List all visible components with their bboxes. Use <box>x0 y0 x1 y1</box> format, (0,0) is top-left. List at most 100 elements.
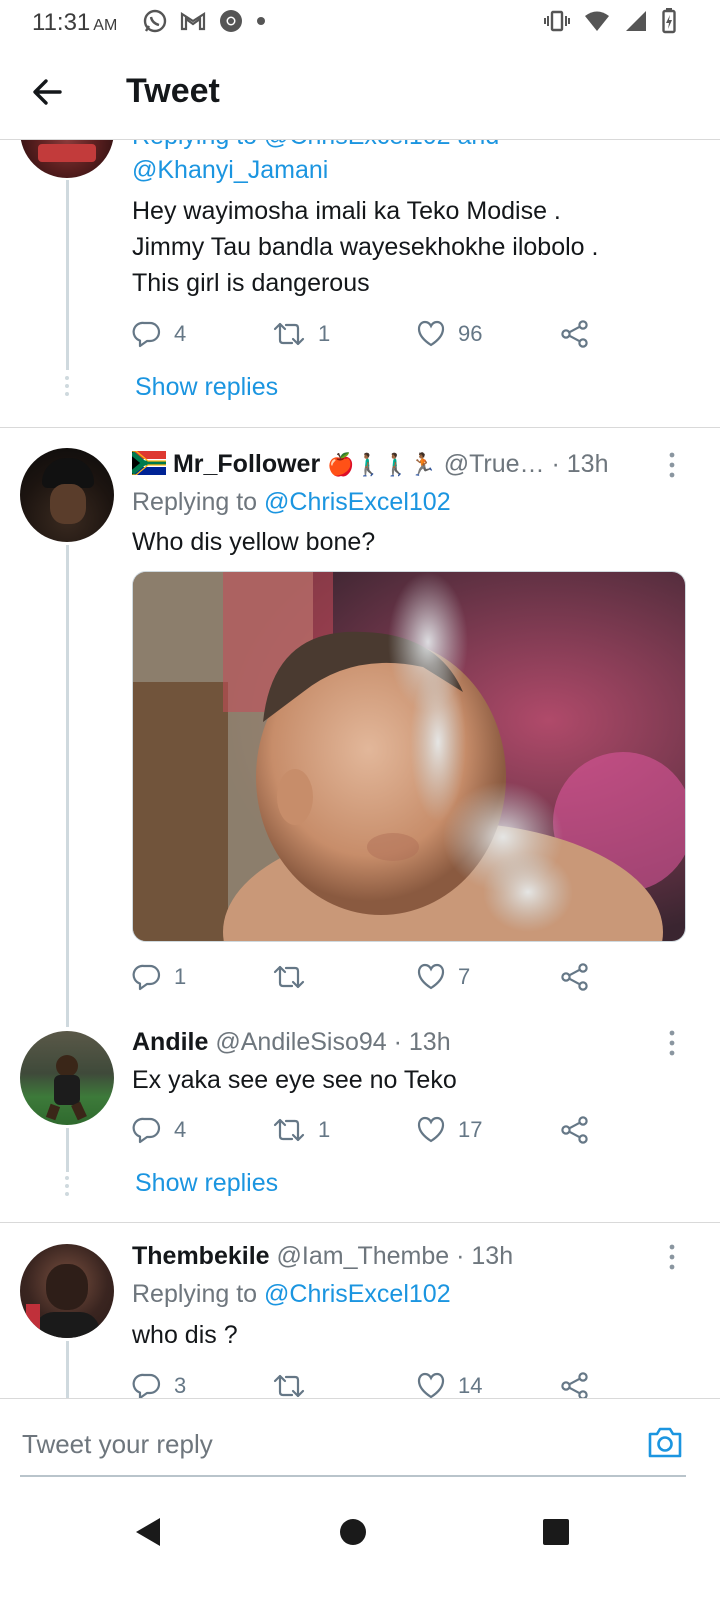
mention-link[interactable]: @Khanyi_Jamani <box>132 152 328 188</box>
tweet-actions: 4 1 96 <box>132 317 602 351</box>
like-icon <box>417 1116 445 1143</box>
chrome-icon <box>220 10 242 32</box>
retweet-icon <box>273 1118 305 1142</box>
more-icon[interactable] <box>668 1030 676 1056</box>
retweet-button[interactable] <box>272 960 318 994</box>
share-button[interactable] <box>560 317 590 351</box>
retweet-button[interactable] <box>272 1369 318 1398</box>
reply-button[interactable]: 3 <box>132 1369 186 1398</box>
reply-composer: Tweet your reply <box>0 1398 720 1478</box>
replying-to: Replying to @ChrisExcel102 <box>132 488 451 516</box>
tweet-actions: 4 1 17 <box>132 1113 602 1147</box>
reply-icon <box>132 1373 161 1398</box>
reply-button[interactable]: 4 <box>132 317 186 351</box>
retweet-icon <box>273 1374 305 1398</box>
whatsapp-icon <box>143 9 167 33</box>
tweet-text: who dis ? <box>132 1321 238 1349</box>
south-africa-flag-icon <box>130 450 166 476</box>
more-icon[interactable] <box>668 452 676 478</box>
like-button[interactable]: 96 <box>416 317 482 351</box>
mention-link[interactable]: @ChrisExcel102 <box>264 1280 451 1308</box>
reply-count: 3 <box>174 1373 187 1398</box>
tweet-text-line: Jimmy Tau bandla wayesekhokhe ilobolo . <box>132 233 599 261</box>
gmail-icon <box>180 11 206 31</box>
retweet-count: 1 <box>318 1117 331 1142</box>
reply-count: 1 <box>174 964 187 989</box>
retweet-button[interactable]: 1 <box>272 317 330 351</box>
retweet-icon <box>273 965 305 989</box>
back-arrow-icon[interactable] <box>28 72 68 112</box>
share-icon <box>561 1116 588 1144</box>
app-bar: Tweet <box>0 44 720 140</box>
replies-feed[interactable]: Replying to @ChrisExcel102 and @Khanyi_J… <box>0 140 720 1398</box>
share-icon <box>561 1372 588 1398</box>
like-button[interactable]: 17 <box>416 1113 482 1147</box>
reply-button[interactable]: 4 <box>132 1113 186 1147</box>
like-icon <box>417 963 445 990</box>
divider <box>0 427 720 428</box>
handle-time: @True… · 13h <box>443 450 609 478</box>
mention-link[interactable]: Replying to @ChrisExcel102 and <box>132 140 499 150</box>
reply-icon <box>132 321 161 348</box>
avatar[interactable] <box>20 1031 114 1125</box>
nav-home-icon[interactable] <box>333 1512 373 1552</box>
replying-to: Replying to @ChrisExcel102 <box>132 1280 451 1308</box>
vibrate-icon <box>544 10 570 32</box>
cell-signal-icon <box>626 11 646 31</box>
share-button[interactable] <box>560 1113 590 1147</box>
reply-count: 4 <box>174 1117 187 1142</box>
avatar[interactable] <box>20 448 114 542</box>
system-nav-bar <box>0 1478 720 1600</box>
like-count: 14 <box>458 1373 483 1398</box>
handle-time: @AndileSiso94 · 13h <box>215 1028 451 1056</box>
share-icon <box>561 963 588 991</box>
photo-image <box>133 572 685 941</box>
like-count: 17 <box>458 1117 483 1142</box>
reply-button[interactable]: 1 <box>132 960 186 994</box>
share-button[interactable] <box>560 960 590 994</box>
avatar[interactable] <box>20 140 114 178</box>
like-icon <box>417 1372 445 1398</box>
name-emoji: 🍎🚶🏾‍♂️🚶🏾‍♂️🏃🏾 <box>327 452 437 477</box>
display-name[interactable]: Thembekile <box>132 1242 270 1270</box>
nav-back-icon[interactable] <box>128 1512 168 1552</box>
like-count: 96 <box>458 321 483 346</box>
notification-dot-icon <box>257 17 265 25</box>
show-replies-link[interactable]: Show replies <box>135 1169 278 1198</box>
reply-icon <box>132 964 161 991</box>
retweet-icon <box>273 322 305 346</box>
status-bar: 11:31 AM <box>0 0 720 44</box>
camera-icon[interactable] <box>646 1425 684 1459</box>
battery-icon <box>662 8 676 34</box>
reply-input[interactable]: Tweet your reply <box>22 1429 213 1460</box>
wifi-icon <box>585 11 609 31</box>
divider <box>0 1222 720 1223</box>
mention-link[interactable]: @ChrisExcel102 <box>264 488 451 516</box>
page-title: Tweet <box>126 72 220 110</box>
tweet-text: Ex yaka see eye see no Teko <box>132 1066 457 1094</box>
retweet-count: 1 <box>318 321 331 346</box>
tweet-actions: 3 14 <box>132 1369 602 1398</box>
tweet-text: Who dis yellow bone? <box>132 528 376 556</box>
tweet-text-line: This girl is dangerous <box>132 269 370 297</box>
like-button[interactable]: 7 <box>416 960 470 994</box>
avatar[interactable] <box>20 1244 114 1338</box>
tweet-actions: 1 7 <box>132 960 602 994</box>
tweet-photo[interactable] <box>132 571 686 942</box>
retweet-button[interactable]: 1 <box>272 1113 330 1147</box>
status-time: 11:31 AM <box>32 9 118 36</box>
reply-count: 4 <box>174 321 187 346</box>
show-replies-link[interactable]: Show replies <box>135 373 278 402</box>
nav-recents-icon[interactable] <box>536 1512 576 1552</box>
share-button[interactable] <box>560 1369 590 1398</box>
more-icon[interactable] <box>668 1244 676 1270</box>
like-icon <box>417 320 445 347</box>
handle-time: @Iam_Thembe · 13h <box>276 1242 514 1270</box>
reply-icon <box>132 1117 161 1144</box>
display-name[interactable]: Mr_Follower <box>173 450 320 478</box>
reply-input-underline <box>20 1475 686 1477</box>
like-button[interactable]: 14 <box>416 1369 482 1398</box>
share-icon <box>561 320 588 348</box>
display-name[interactable]: Andile <box>132 1028 208 1056</box>
like-count: 7 <box>458 964 471 989</box>
